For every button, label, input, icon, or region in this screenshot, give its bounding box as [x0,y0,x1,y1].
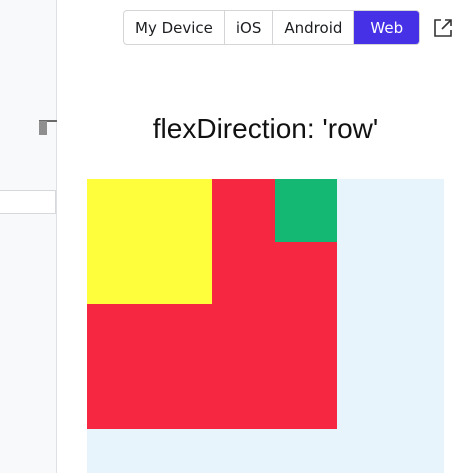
green-box [275,179,337,242]
tab-android[interactable]: Android [273,11,355,44]
snack-preview-window: My Device iOS Android Web flexDirection:… [0,0,455,473]
yellow-box [87,179,212,304]
external-link-icon[interactable] [432,17,454,39]
platform-switcher: My Device iOS Android Web [123,10,421,45]
tab-my-device[interactable]: My Device [124,11,225,44]
preview-title: flexDirection: 'row' [152,113,379,144]
editor-input-field[interactable] [0,190,56,214]
editor-pane [0,0,57,473]
tab-ios[interactable]: iOS [225,11,274,44]
editor-scroll-marker[interactable] [39,121,47,135]
tab-web[interactable]: Web [354,11,420,44]
preview-canvas [87,179,444,473]
